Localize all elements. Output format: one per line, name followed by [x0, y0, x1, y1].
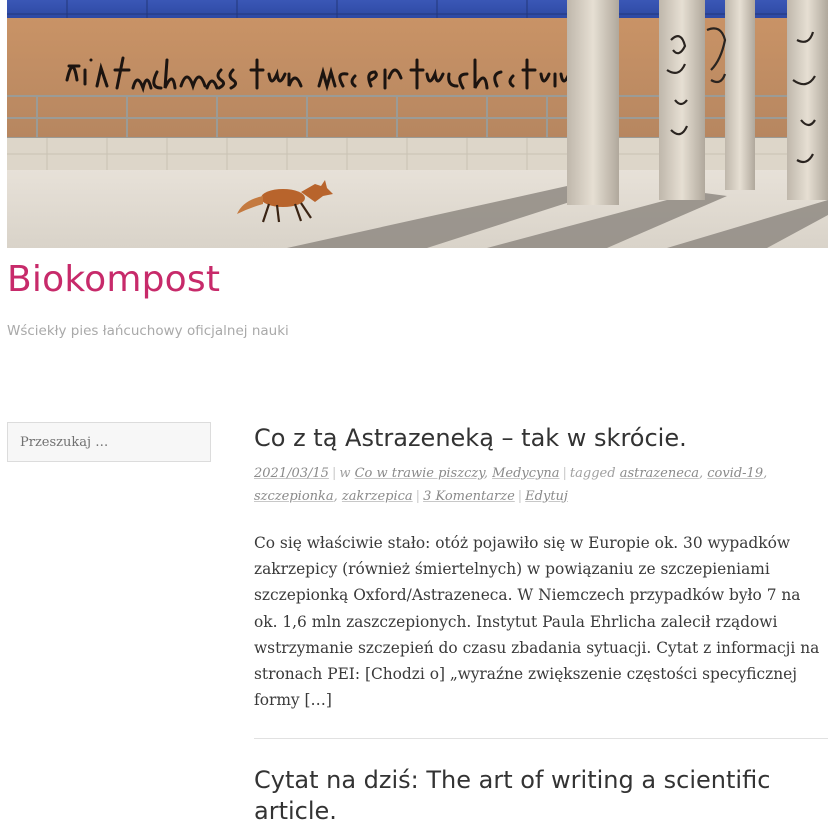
- tag-link[interactable]: astrazeneca: [620, 466, 699, 481]
- tagged-label: tagged: [569, 466, 616, 481]
- site-title[interactable]: Biokompost: [7, 258, 220, 302]
- header-image: [7, 0, 828, 248]
- edit-link[interactable]: Edytuj: [525, 489, 568, 504]
- post-excerpt: Co się właściwie stało: otóż pojawiło si…: [254, 530, 828, 713]
- post-title[interactable]: Cytat na dziś: The art of writing a scie…: [254, 765, 828, 827]
- tag-link[interactable]: zakrzepica: [342, 489, 413, 504]
- post-article: Co z tą Astrazeneką – tak w skrócie. 202…: [254, 423, 828, 713]
- meta-separator: |: [562, 466, 567, 481]
- post-article: Cytat na dziś: The art of writing a scie…: [254, 765, 828, 827]
- post-meta: 2021/03/15 | w Co w trawie piszczy, Medycy…: [254, 466, 768, 504]
- post-title[interactable]: Co z tą Astrazeneką – tak w skrócie.: [254, 423, 828, 454]
- read-more-link[interactable]: […]: [305, 691, 332, 709]
- category-prefix: w: [339, 466, 351, 481]
- tag-link[interactable]: covid-19: [707, 466, 763, 481]
- post-divider: [254, 738, 828, 739]
- tag-link[interactable]: szczepionka: [254, 489, 334, 504]
- meta-separator: |: [331, 466, 337, 481]
- search-input[interactable]: [7, 422, 211, 462]
- meta-separator: |: [415, 489, 421, 504]
- category-link[interactable]: Medycyna: [492, 466, 559, 481]
- post-date-link[interactable]: 2021/03/15: [254, 466, 329, 481]
- meta-separator: |: [517, 489, 523, 504]
- site-tagline: Wściekły pies łańcuchowy oficjalnej nauk…: [7, 323, 289, 339]
- post-excerpt-text: Co się właściwie stało: otóż pojawiło si…: [254, 534, 820, 710]
- comments-link[interactable]: 3 Komentarze: [423, 489, 515, 504]
- category-link[interactable]: Co w trawie piszczy: [355, 466, 484, 481]
